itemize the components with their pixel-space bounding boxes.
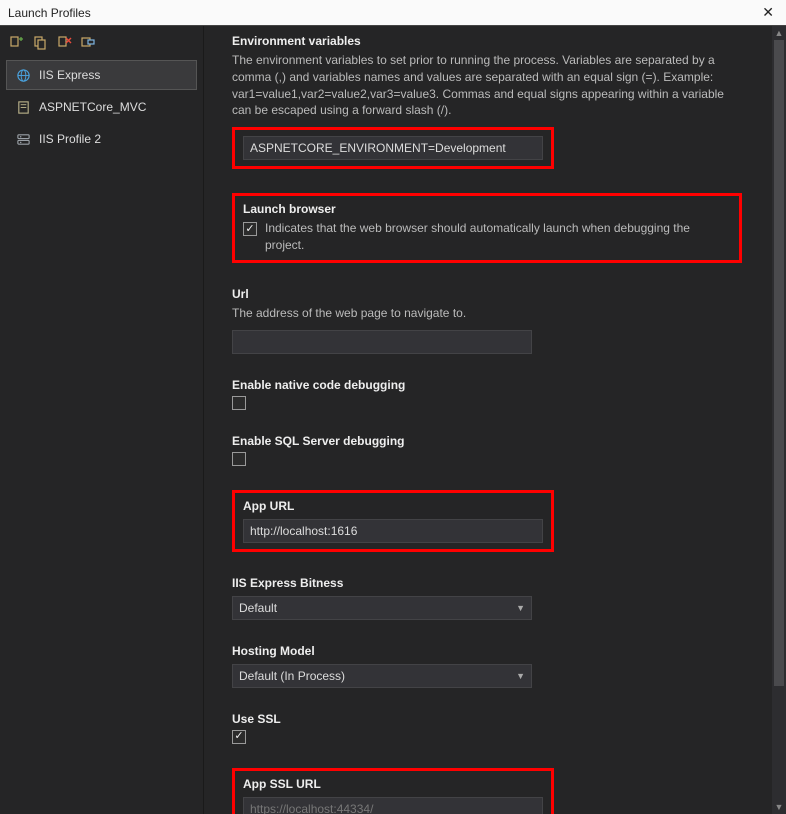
use-ssl-checkbox[interactable]: [232, 730, 246, 744]
section-url: Url The address of the web page to navig…: [232, 287, 742, 354]
scroll-down-icon[interactable]: ▼: [772, 800, 786, 814]
bitness-label: IIS Express Bitness: [232, 576, 742, 590]
profile-label: IIS Express: [39, 68, 100, 82]
rename-profile-icon[interactable]: [80, 34, 96, 50]
url-label: Url: [232, 287, 742, 301]
url-input[interactable]: [232, 330, 532, 354]
bitness-value: Default: [239, 601, 277, 615]
hosting-label: Hosting Model: [232, 644, 742, 658]
scrollbar-track[interactable]: [772, 40, 786, 800]
ssl-url-input[interactable]: [243, 797, 543, 814]
section-sql-debug: Enable SQL Server debugging: [232, 434, 742, 466]
section-launch-browser: Launch browser Indicates that the web br…: [232, 193, 742, 263]
ssl-url-label: App SSL URL: [243, 777, 543, 791]
hosting-value: Default (In Process): [239, 669, 345, 683]
app-url-input[interactable]: [243, 519, 543, 543]
sql-debug-checkbox[interactable]: [232, 452, 246, 466]
url-desc: The address of the web page to navigate …: [232, 305, 742, 322]
app-url-label: App URL: [243, 499, 543, 513]
content-wrap: Environment variables The environment va…: [204, 26, 786, 814]
sql-debug-label: Enable SQL Server debugging: [232, 434, 742, 448]
native-debug-checkbox[interactable]: [232, 396, 246, 410]
section-app-url: App URL: [232, 490, 554, 552]
new-profile-icon[interactable]: [8, 34, 24, 50]
profile-label: ASPNETCore_MVC: [39, 100, 146, 114]
profile-item-aspnetcore-mvc[interactable]: ASPNETCore_MVC: [6, 92, 197, 122]
env-vars-desc: The environment variables to set prior t…: [232, 52, 742, 119]
highlight-env-vars: [232, 127, 554, 169]
launch-browser-label: Launch browser: [243, 202, 731, 216]
profile-item-iis-profile-2[interactable]: IIS Profile 2: [6, 124, 197, 154]
launch-browser-checkbox[interactable]: [243, 222, 257, 236]
main-area: IIS Express ASPNETCore_MVC IIS Profile 2…: [0, 26, 786, 814]
launch-browser-desc: Indicates that the web browser should au…: [265, 220, 731, 254]
use-ssl-label: Use SSL: [232, 712, 742, 726]
close-icon[interactable]: ✕: [758, 4, 778, 21]
scrollbar[interactable]: ▲ ▼: [772, 26, 786, 814]
hosting-dropdown[interactable]: Default (In Process) ▼: [232, 664, 532, 688]
section-env-vars: Environment variables The environment va…: [232, 34, 742, 169]
duplicate-profile-icon[interactable]: [32, 34, 48, 50]
scroll-up-icon[interactable]: ▲: [772, 26, 786, 40]
sidebar: IIS Express ASPNETCore_MVC IIS Profile 2: [0, 26, 204, 814]
sidebar-toolbar: [0, 30, 203, 58]
delete-profile-icon[interactable]: [56, 34, 72, 50]
titlebar: Launch Profiles ✕: [0, 0, 786, 26]
env-vars-input[interactable]: [243, 136, 543, 160]
profile-item-iis-express[interactable]: IIS Express: [6, 60, 197, 90]
chevron-down-icon: ▼: [516, 603, 525, 613]
chevron-down-icon: ▼: [516, 671, 525, 681]
section-bitness: IIS Express Bitness Default ▼: [232, 576, 742, 620]
globe-icon: [15, 67, 31, 83]
native-debug-label: Enable native code debugging: [232, 378, 742, 392]
settings-panel: Environment variables The environment va…: [204, 26, 772, 814]
section-native-debug: Enable native code debugging: [232, 378, 742, 410]
project-icon: [15, 99, 31, 115]
profile-list: IIS Express ASPNETCore_MVC IIS Profile 2: [0, 58, 203, 158]
window-title: Launch Profiles: [8, 6, 91, 20]
bitness-dropdown[interactable]: Default ▼: [232, 596, 532, 620]
section-use-ssl: Use SSL: [232, 712, 742, 744]
server-icon: [15, 131, 31, 147]
profile-label: IIS Profile 2: [39, 132, 101, 146]
env-vars-label: Environment variables: [232, 34, 742, 48]
section-hosting: Hosting Model Default (In Process) ▼: [232, 644, 742, 688]
scrollbar-thumb[interactable]: [774, 40, 784, 686]
section-ssl-url: App SSL URL: [232, 768, 554, 814]
